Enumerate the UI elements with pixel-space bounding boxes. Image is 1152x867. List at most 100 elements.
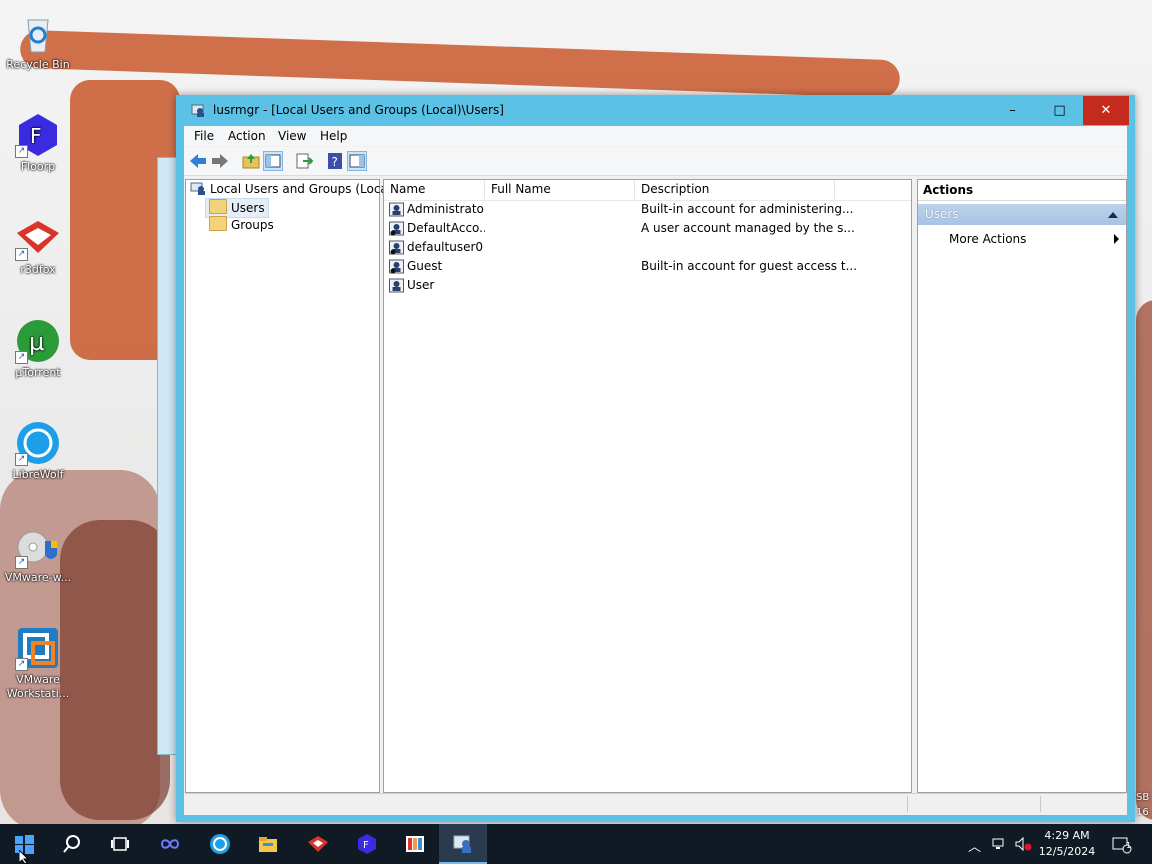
collapse-arrow-icon[interactable] — [1108, 212, 1118, 218]
tree-item-users[interactable]: Users — [205, 198, 269, 218]
back-arrow-icon[interactable] — [188, 151, 208, 171]
table-row[interactable]: defaultuser0 — [384, 238, 911, 257]
shortcut-arrow-icon: ↗ — [15, 351, 28, 364]
cell-name: DefaultAcco... — [407, 221, 485, 235]
search-button[interactable] — [48, 824, 96, 864]
desktop-icon-label: VMware-w... — [4, 571, 72, 584]
minimize-button[interactable]: – — [990, 96, 1035, 125]
title-bar[interactable]: lusrmgr - [Local Users and Groups (Local… — [176, 95, 1135, 126]
librewolf-icon — [210, 834, 230, 854]
table-row[interactable]: DefaultAcco... A user account managed by… — [384, 219, 911, 238]
column-header-description[interactable]: Description — [635, 180, 835, 199]
forward-arrow-icon[interactable] — [210, 151, 230, 171]
taskbar-app-colorful[interactable] — [391, 824, 439, 864]
desktop-icon-floorp[interactable]: F ↗ Floorp — [0, 112, 76, 174]
menu-view[interactable]: View — [278, 129, 306, 143]
desktop-icon-vmware-installer[interactable]: ↗ VMware-w... — [0, 523, 76, 585]
clock-date: 12/5/2024 — [1038, 845, 1096, 858]
infinity-app-icon — [160, 839, 180, 849]
vmware-workstation-icon: ↗ — [15, 625, 61, 671]
r3dfox-icon: ↗ — [15, 215, 61, 261]
tree-item-label: Users — [231, 201, 265, 215]
wallpaper-figure-right — [1136, 300, 1152, 820]
recycle-bin-icon — [15, 10, 61, 56]
actions-section-users[interactable]: Users — [918, 204, 1126, 225]
search-icon — [63, 835, 80, 853]
maximize-button[interactable]: □ — [1037, 96, 1082, 125]
table-row[interactable]: User — [384, 276, 911, 295]
desktop-icon-label: r3dfox — [20, 263, 56, 276]
desktop-icon-label: Recycle Bin — [6, 58, 70, 71]
clock[interactable]: 4:29 AM 12/5/2024 — [1034, 828, 1100, 860]
taskbar-app-infinity[interactable] — [146, 824, 194, 864]
cell-name: Administrator — [407, 202, 485, 216]
shortcut-arrow-icon: ↗ — [15, 658, 28, 671]
export-list-icon[interactable] — [294, 151, 314, 171]
desktop-icon-label: Floorp — [20, 160, 56, 173]
notification-count: 1 — [1126, 841, 1132, 850]
shortcut-arrow-icon: ↗ — [15, 145, 28, 158]
close-button[interactable]: ✕ — [1083, 96, 1129, 125]
status-bar — [185, 793, 1125, 814]
status-divider — [907, 796, 908, 812]
menu-file[interactable]: File — [194, 129, 214, 143]
volume-muted-icon[interactable] — [1014, 836, 1032, 856]
desktop-icon-vmware-workstation[interactable]: ↗ VMware Workstati... — [0, 625, 76, 701]
tree-item-root[interactable]: Local Users and Groups (Local) — [190, 180, 396, 198]
help-icon[interactable]: ? — [325, 151, 345, 171]
app-icon — [406, 836, 424, 852]
table-row[interactable]: Guest Built-in account for guest access … — [384, 257, 911, 276]
network-icon[interactable] — [991, 836, 1007, 856]
column-header-full-name[interactable]: Full Name — [485, 180, 635, 199]
cell-name: User — [407, 278, 435, 292]
tree-item-label: Local Users and Groups (Local) — [210, 182, 396, 196]
taskbar-app-floorp[interactable]: F — [343, 824, 391, 864]
shortcut-arrow-icon: ↗ — [15, 453, 28, 466]
svg-text:F: F — [30, 124, 42, 148]
show-hide-tree-icon[interactable] — [263, 151, 283, 171]
toolbar: ? — [184, 147, 1127, 176]
show-hide-action-pane-icon[interactable] — [347, 151, 367, 171]
file-explorer-icon — [259, 837, 277, 852]
submenu-arrow-icon[interactable] — [1114, 234, 1119, 244]
taskbar-app-file-explorer[interactable] — [244, 824, 292, 864]
taskbar-app-librewolf[interactable] — [196, 824, 244, 864]
computer-users-icon — [190, 182, 206, 195]
tree-item-label: Groups — [231, 218, 274, 232]
lusrmgr-app-icon — [191, 103, 206, 118]
actions-section-label: Users — [925, 207, 959, 221]
clock-time: 4:29 AM — [1044, 829, 1090, 842]
menu-help[interactable]: Help — [320, 129, 347, 143]
show-hidden-icons-chevron-icon[interactable]: ︿ — [968, 836, 981, 855]
desktop-icon-label: VMware Workstati... — [6, 673, 70, 700]
shortcut-arrow-icon: ↗ — [15, 248, 28, 261]
desktop-icon-recycle-bin[interactable]: Recycle Bin — [0, 10, 76, 72]
user-icon — [389, 259, 404, 274]
tree-item-groups[interactable]: Groups — [209, 216, 274, 234]
user-icon — [389, 240, 404, 255]
librewolf-icon: ↗ — [15, 420, 61, 466]
status-divider — [1040, 796, 1041, 812]
actions-pane: Actions Users More Actions — [917, 179, 1127, 793]
column-header-name[interactable]: Name — [384, 180, 485, 199]
task-view-icon — [111, 837, 129, 851]
desktop-icon-label: LibreWolf — [12, 468, 64, 481]
desktop-icon-r3dfox[interactable]: ↗ r3dfox — [0, 215, 76, 277]
lusrmgr-window: lusrmgr - [Local Users and Groups (Local… — [176, 95, 1135, 822]
menu-action[interactable]: Action — [228, 129, 266, 143]
task-view-button[interactable] — [96, 824, 144, 864]
taskbar-app-r3dfox[interactable] — [294, 824, 342, 864]
taskbar-app-lusrmgr[interactable] — [439, 824, 487, 864]
svg-text:F: F — [363, 840, 369, 851]
console-tree: Local Users and Groups (Local) Users Gro… — [185, 179, 396, 793]
window-client-area: File Action View Help ? Local Users and … — [184, 126, 1127, 815]
actions-header: Actions — [918, 180, 1126, 201]
more-actions-item[interactable]: More Actions — [949, 230, 1026, 248]
desktop-icon-librewolf[interactable]: ↗ LibreWolf — [0, 420, 76, 482]
up-folder-icon[interactable] — [241, 151, 261, 171]
menu-bar: File Action View Help — [184, 126, 1127, 146]
svg-text:?: ? — [332, 155, 338, 169]
table-row[interactable]: Administrator Built-in account for admin… — [384, 200, 911, 219]
desktop-icon-utorrent[interactable]: µ ↗ µTorrent — [0, 318, 76, 380]
folder-icon — [209, 199, 227, 214]
